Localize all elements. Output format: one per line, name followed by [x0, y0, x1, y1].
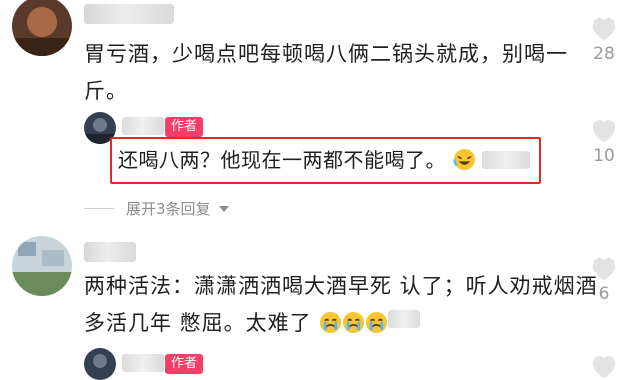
- divider: [84, 208, 114, 209]
- username[interactable]: [84, 4, 174, 24]
- highlighted-reply: 还喝八两？他现在一两都不能喝了。: [110, 137, 541, 184]
- heart-icon: [592, 356, 616, 379]
- avatar[interactable]: [12, 0, 72, 56]
- blurred-tag: [388, 310, 420, 328]
- author-badge: 作者: [165, 354, 204, 374]
- comment-line-text: 多活几年 憋屈。太难了: [84, 311, 312, 335]
- author-badge: 作者: [165, 117, 204, 137]
- like-button[interactable]: 28: [582, 14, 626, 64]
- comment-text: 两种活法：潇潇洒洒喝大酒早死 认了；听人劝戒烟酒 多活几年 憋屈。太难了: [84, 270, 598, 339]
- reply-like-button[interactable]: 10: [582, 116, 626, 166]
- like-count: 10: [593, 146, 615, 166]
- crying-face-emoji-icon: [366, 311, 388, 334]
- like-count: 6: [598, 284, 610, 304]
- heart-icon: [592, 120, 616, 143]
- comment-line: 斤。: [84, 79, 128, 103]
- reply-avatar[interactable]: [84, 348, 116, 380]
- reply-username[interactable]: [122, 117, 164, 135]
- crying-face-emoji-icon: [343, 311, 365, 334]
- comment-line: 胃亏酒，少喝点吧每顿喝八俩二锅头就成，别喝一: [84, 42, 568, 66]
- crying-laughing-emoji-icon: [453, 148, 475, 171]
- blurred-tag: [482, 151, 530, 169]
- reply-username[interactable]: [122, 354, 164, 372]
- comment-text: 胃亏酒，少喝点吧每顿喝八俩二锅头就成，别喝一 斤。: [84, 38, 568, 107]
- expand-replies-button[interactable]: 展开3条回复: [84, 198, 231, 219]
- like-button[interactable]: 6: [582, 254, 626, 304]
- comment-line: 两种活法：潇潇洒洒喝大酒早死 认了；听人劝戒烟酒: [84, 274, 598, 298]
- chevron-down-icon: [218, 205, 229, 212]
- reply-text: 还喝八两？他现在一两都不能喝了。: [118, 144, 476, 176]
- comment-line: 多活几年 憋屈。太难了: [84, 307, 598, 339]
- reply-like-button[interactable]: [582, 352, 626, 380]
- expand-label: 展开3条回复: [126, 200, 211, 218]
- reply-text-content: 还喝八两？他现在一两都不能喝了。: [118, 148, 446, 172]
- crying-face-emoji-icon: [320, 311, 342, 334]
- like-count: 28: [593, 44, 615, 64]
- username[interactable]: [84, 242, 136, 262]
- heart-icon: [592, 258, 616, 281]
- avatar[interactable]: [12, 236, 72, 296]
- heart-icon: [592, 18, 616, 41]
